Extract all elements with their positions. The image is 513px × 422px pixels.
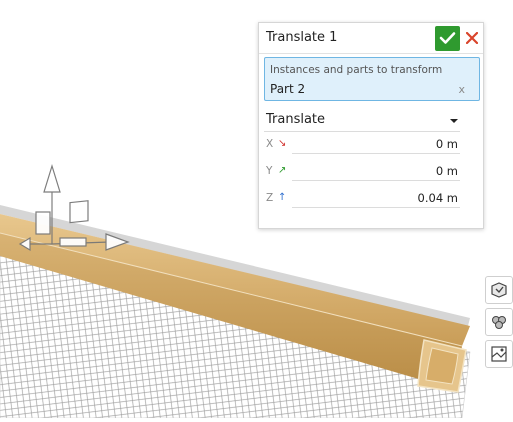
y-offset-row: Y ↗ — [264, 162, 460, 182]
x-offset-input[interactable] — [292, 135, 460, 154]
selection-field[interactable]: Instances and parts to transform Part 2 … — [264, 57, 480, 101]
translate-dialog: Translate 1 Instances and parts to trans… — [258, 22, 484, 229]
chevron-down-icon — [450, 119, 458, 123]
selection-item[interactable]: Part 2 — [270, 82, 305, 96]
cancel-button[interactable] — [464, 29, 480, 47]
z-axis-label: Z — [266, 192, 274, 204]
y-offset-input[interactable] — [292, 162, 460, 181]
section-view-button[interactable] — [485, 340, 513, 368]
y-direction-icon[interactable]: ↗ — [278, 165, 286, 177]
z-offset-row: Z ↑ — [264, 189, 460, 209]
clear-selection-button[interactable]: x — [458, 83, 465, 96]
translate-mode-value: Translate — [266, 112, 326, 127]
x-offset-row: X ↘ — [264, 135, 460, 155]
z-offset-input[interactable] — [292, 189, 460, 208]
translate-mode-select[interactable]: Translate — [264, 111, 460, 132]
z-direction-icon[interactable]: ↑ — [278, 192, 286, 204]
appearance-button[interactable] — [485, 308, 513, 336]
x-direction-icon[interactable]: ↘ — [278, 138, 286, 150]
selection-label: Instances and parts to transform — [270, 64, 443, 76]
dialog-title: Translate 1 — [266, 30, 338, 45]
x-axis-label: X — [266, 138, 274, 150]
y-axis-label: Y — [266, 165, 273, 177]
accept-button[interactable] — [435, 26, 460, 51]
dialog-header: Translate 1 — [259, 23, 483, 54]
view-cube-button[interactable] — [485, 276, 513, 304]
